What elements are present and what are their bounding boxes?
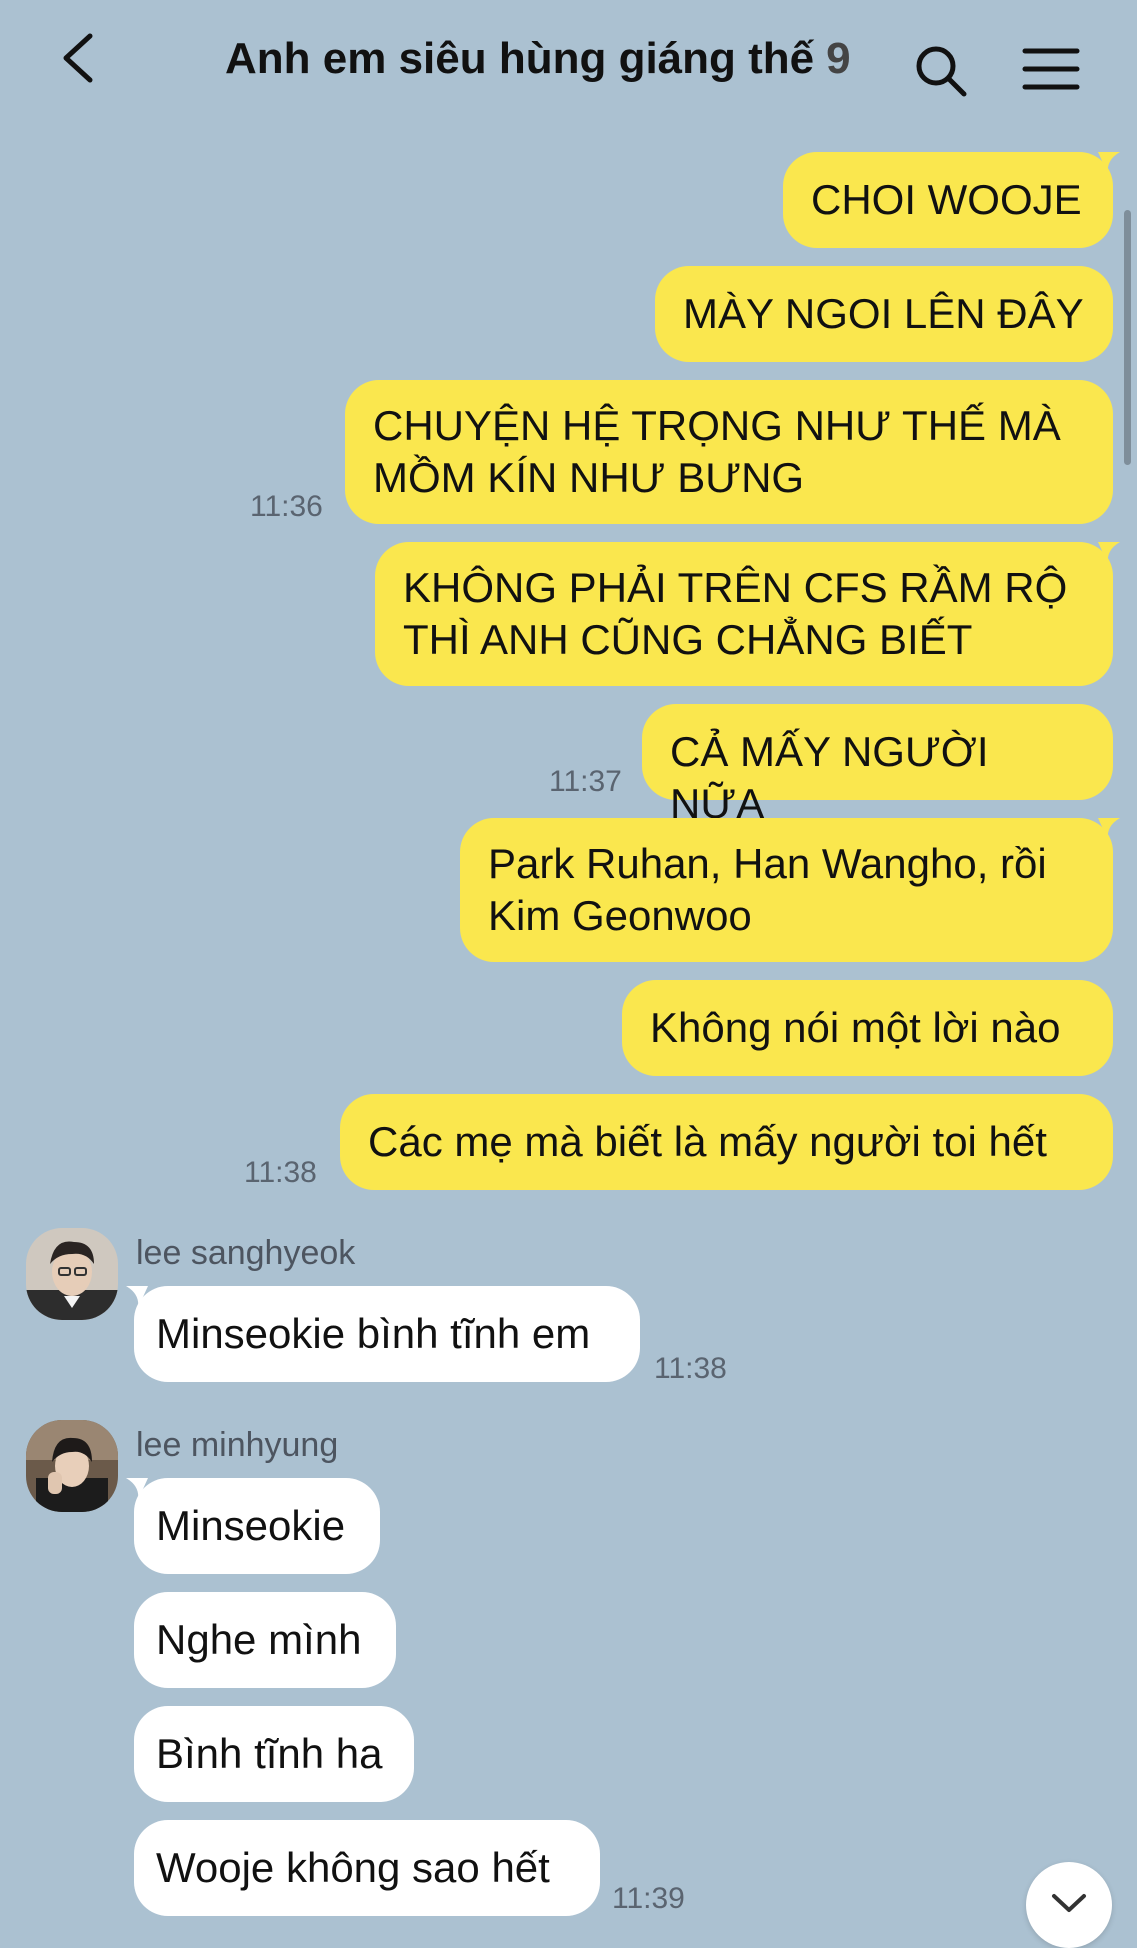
avatar[interactable] bbox=[26, 1228, 118, 1320]
their-message-bubble[interactable]: Bình tĩnh ha bbox=[134, 1706, 414, 1802]
my-message-bubble[interactable]: Park Ruhan, Han Wangho, rồi Kim Geonwoo bbox=[460, 818, 1113, 962]
bubble-tail bbox=[1098, 152, 1120, 174]
back-button[interactable] bbox=[54, 28, 104, 88]
bubble-tail bbox=[126, 1286, 148, 1308]
their-message-bubble[interactable]: Nghe mình bbox=[134, 1592, 396, 1688]
profile-photo bbox=[26, 1228, 118, 1320]
hamburger-menu-icon bbox=[1022, 48, 1080, 90]
timestamp: 11:38 bbox=[654, 1352, 727, 1385]
their-message-bubble[interactable]: Wooje không sao hết bbox=[134, 1820, 600, 1916]
bubble-tail bbox=[1098, 542, 1120, 564]
avatar[interactable] bbox=[26, 1420, 118, 1512]
my-message-bubble[interactable]: CHOI WOOJE bbox=[783, 152, 1113, 248]
bubble-tail bbox=[1098, 818, 1120, 840]
timestamp: 11:37 bbox=[549, 765, 622, 798]
my-message-bubble[interactable]: MÀY NGOI LÊN ĐÂY bbox=[655, 266, 1113, 362]
timestamp: 11:36 bbox=[250, 490, 323, 523]
search-button[interactable] bbox=[912, 42, 968, 98]
search-icon bbox=[916, 46, 967, 97]
timestamp: 11:38 bbox=[244, 1156, 317, 1189]
their-message-bubble[interactable]: Minseokie bình tĩnh em bbox=[134, 1286, 640, 1382]
my-message-bubble[interactable]: Các mẹ mà biết là mấy người toi hết bbox=[340, 1094, 1113, 1190]
scroll-to-bottom-button[interactable] bbox=[1026, 1862, 1112, 1948]
my-message-bubble[interactable]: KHÔNG PHẢI TRÊN CFS RẦM RỘ THÌ ANH CŨNG … bbox=[375, 542, 1113, 686]
member-count: 9 bbox=[826, 34, 851, 83]
timestamp: 11:39 bbox=[612, 1882, 685, 1915]
chat-title-area[interactable]: Anh em siêu hùng giáng thế 9 bbox=[225, 34, 851, 90]
menu-button[interactable] bbox=[1022, 46, 1080, 92]
bubble-tail bbox=[126, 1478, 148, 1500]
chevron-down-icon bbox=[1052, 1894, 1086, 1912]
sender-name: lee minhyung bbox=[136, 1426, 339, 1464]
scrollbar[interactable] bbox=[1124, 210, 1131, 465]
my-message-bubble[interactable]: CẢ MẤY NGƯỜI NỮA bbox=[642, 704, 1113, 827]
chat-header: Anh em siêu hùng giáng thế 9 bbox=[0, 0, 1137, 118]
chevron-left-icon bbox=[63, 33, 93, 83]
my-message-bubble[interactable]: CHUYỆN HỆ TRỌNG NHƯ THẾ MÀ MỒM KÍN NHƯ B… bbox=[345, 380, 1113, 524]
their-message-bubble[interactable]: Minseokie bbox=[134, 1478, 380, 1574]
sender-name: lee sanghyeok bbox=[136, 1234, 356, 1272]
profile-photo bbox=[26, 1420, 118, 1512]
my-message-bubble[interactable]: Không nói một lời nào bbox=[622, 980, 1113, 1076]
chat-title: Anh em siêu hùng giáng thế bbox=[225, 34, 815, 83]
